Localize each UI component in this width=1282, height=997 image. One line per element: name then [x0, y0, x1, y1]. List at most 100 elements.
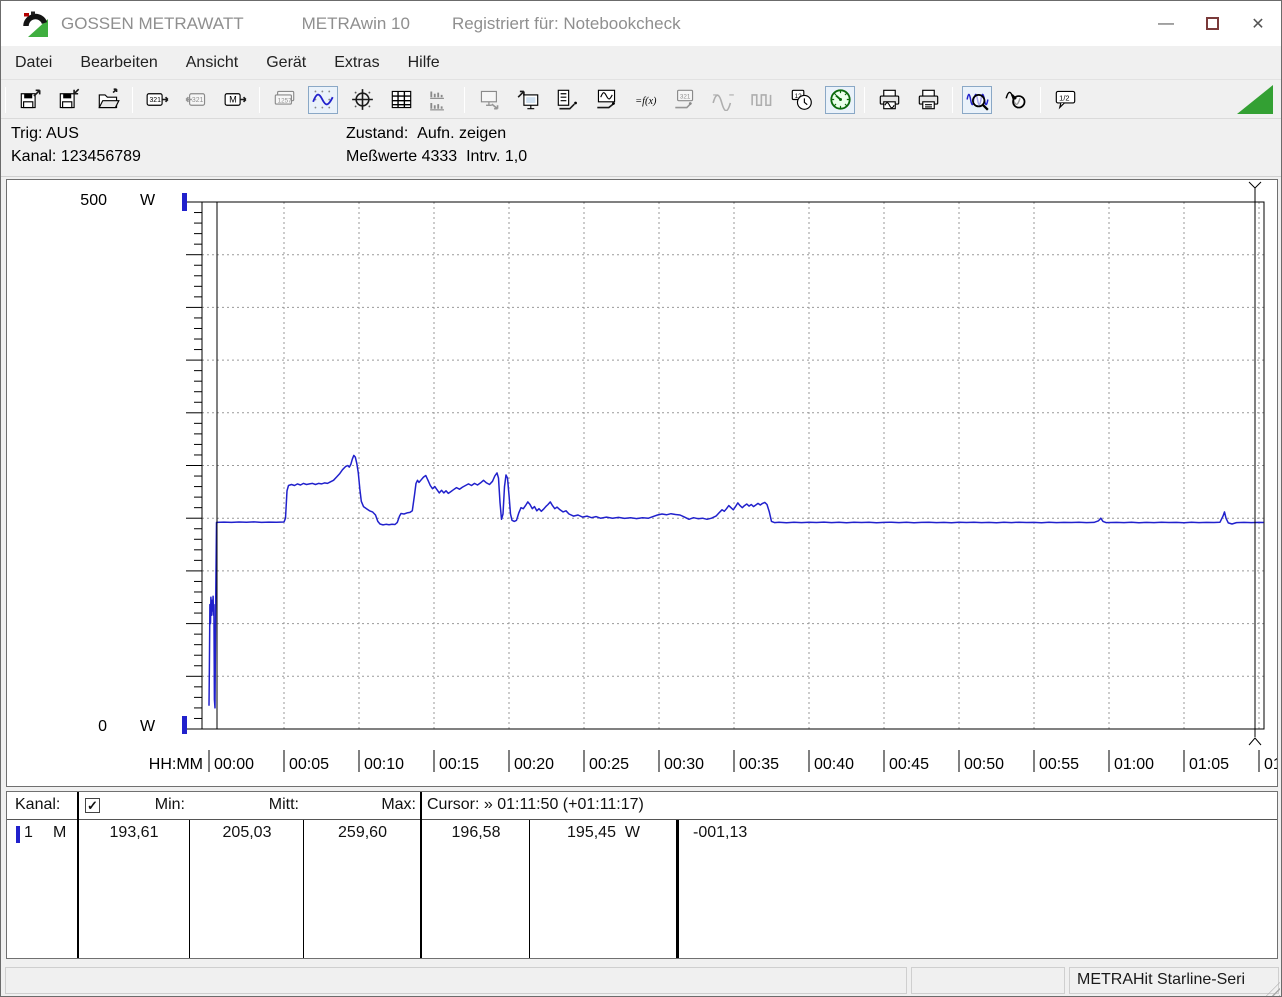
header-min: Min: — [154, 796, 185, 813]
pulse-output-button[interactable] — [747, 86, 777, 114]
cursor-top-marker — [1248, 181, 1256, 189]
device-settings-button[interactable]: 321 — [669, 86, 699, 114]
channel-visible-checkbox[interactable]: ✓ — [85, 798, 100, 813]
window-controls: — ✕ — [1143, 1, 1281, 46]
statusbar-aux-panel — [911, 967, 1065, 994]
print-preview-button[interactable] — [874, 86, 904, 114]
row-channel: 1 — [24, 824, 33, 841]
trig-value: AUS — [45, 125, 79, 142]
menubar: Datei Bearbeiten Ansicht Gerät Extras Hilfe — [1, 46, 1281, 80]
histogram-view-button[interactable] — [425, 86, 455, 114]
zoom-out-wave-icon — [1004, 91, 1025, 109]
x-tick-label: 00:00 — [214, 756, 254, 773]
channel-stats-table: Kanal: ✓ Min: Mitt: Max: Cursor: » 01:11… — [6, 791, 1278, 959]
yt-chart-view-button[interactable] — [308, 85, 338, 114]
toolbar-separator — [864, 86, 865, 113]
toolbar-separator — [132, 86, 133, 113]
cursor-top-marker — [1254, 181, 1262, 189]
meter-321-out-icon: 321 — [146, 93, 168, 106]
gauge-view-button[interactable] — [825, 85, 855, 114]
brand-name: GOSSEN METRAWATT — [61, 13, 244, 33]
printer-icon — [918, 89, 938, 110]
x-tick-label: 00:45 — [889, 756, 929, 773]
registered-for-text: Registriert für: Notebookcheck — [451, 13, 681, 33]
app-title: METRAwin 10 — [301, 13, 410, 33]
statusbar: METRAHit Starline-Seri — [1, 963, 1281, 996]
maximize-icon — [1205, 17, 1219, 30]
titlebar: GOSSEN METRAWATT METRAwin 10 Registriert… — [1, 1, 1281, 46]
x-tick-label: 00:30 — [664, 756, 704, 773]
clock-12-icon: 12 — [791, 89, 812, 110]
svg-text:321: 321 — [149, 97, 161, 104]
toolbar-separator — [259, 86, 260, 113]
print-button[interactable] — [913, 86, 943, 114]
menu-item-extras[interactable]: Extras — [320, 46, 393, 79]
formula-button[interactable]: =f(x) — [630, 86, 660, 114]
table-view-button[interactable] — [386, 86, 416, 114]
folder-open-icon — [97, 88, 120, 109]
sine-wave-icon — [711, 94, 734, 111]
interval-timer-button[interactable]: 12 — [786, 86, 816, 114]
toolbar-separator — [464, 86, 465, 113]
export-screen-button[interactable] — [474, 86, 504, 114]
x-tick-label: 00:35 — [739, 756, 779, 773]
row-unit: W — [624, 824, 640, 841]
svg-text:1257: 1257 — [277, 97, 292, 104]
printer-wave-icon — [879, 89, 899, 110]
close-button[interactable]: ✕ — [1235, 1, 1281, 46]
numeric-display-view-button[interactable]: 1257 — [269, 86, 299, 114]
floppy-in-icon — [59, 88, 79, 109]
xy-chart-view-button[interactable] — [347, 86, 377, 114]
meter-probe-icon: 321 — [674, 89, 693, 109]
svg-text:1/2: 1/2 — [1059, 94, 1069, 103]
monitor-out-icon — [480, 90, 498, 110]
read-device-321-button[interactable]: 321 — [142, 86, 172, 114]
live-monitor-button[interactable] — [591, 86, 621, 114]
row-mode: M — [53, 824, 67, 841]
open-file-button[interactable] — [93, 86, 123, 114]
kanal-label: Kanal: 123456789 — [11, 148, 141, 165]
channel-list-icon — [557, 89, 577, 110]
minimize-button[interactable]: — — [1143, 1, 1189, 46]
x-axis-title: HH:MM — [149, 756, 203, 773]
record-to-disk-button[interactable] — [513, 86, 543, 114]
fx-icon: =f(x) — [635, 96, 657, 107]
menu-item-bearbeiten[interactable]: Bearbeiten — [66, 46, 171, 79]
maximize-button[interactable] — [1189, 1, 1235, 46]
gauge-icon — [829, 89, 851, 110]
cursor-bottom-marker — [1248, 737, 1262, 746]
svg-text:M: M — [229, 94, 237, 104]
header-max: Max: — [381, 796, 416, 813]
monitor-probe-icon — [596, 89, 615, 109]
save-export-button[interactable] — [15, 86, 45, 114]
menu-item-gert[interactable]: Gerät — [252, 46, 320, 79]
channel-color-bar — [16, 826, 20, 843]
monitor-in-icon — [517, 90, 538, 110]
x-tick-label: 00:20 — [514, 756, 554, 773]
menu-item-hilfe[interactable]: Hilfe — [394, 46, 454, 79]
data-table-icon — [391, 90, 411, 109]
toolbar-separator — [1040, 86, 1041, 113]
read-device-m-button[interactable]: M — [220, 86, 250, 114]
row-min: 193,61 — [109, 824, 159, 841]
annotation-button[interactable]: 1/2 — [1050, 86, 1080, 114]
zoom-reset-button[interactable] — [1001, 86, 1031, 114]
send-device-321-button[interactable]: 321 — [181, 86, 211, 114]
x-tick-label: 00:15 — [439, 756, 479, 773]
digits-display-icon: 1257 — [274, 90, 294, 105]
x-tick-label: 01:00 — [1114, 756, 1154, 773]
save-import-button[interactable] — [54, 86, 84, 114]
menu-item-ansicht[interactable]: Ansicht — [172, 46, 252, 79]
analog-output-button[interactable] — [708, 86, 738, 114]
header-mitt: Mitt: — [268, 796, 299, 813]
square-wave-icon — [750, 94, 771, 107]
messwerte-label: Meßwerte 4333 Intrv. 1,0 — [346, 148, 528, 165]
channel-setup-button[interactable] — [552, 86, 582, 114]
menu-item-datei[interactable]: Datei — [1, 46, 66, 79]
header-kanal: Kanal: — [15, 796, 61, 813]
gossen-metrawatt-logo-icon — [23, 11, 48, 37]
zoom-selection-button[interactable] — [962, 85, 992, 114]
xy-crosshair-icon — [351, 89, 373, 110]
toolbar-separator — [952, 86, 953, 113]
chart-canvas[interactable]: 00:00 00:05 00:10 00:15 00:20 00:25 00:30 00:35… — [7, 180, 1277, 786]
